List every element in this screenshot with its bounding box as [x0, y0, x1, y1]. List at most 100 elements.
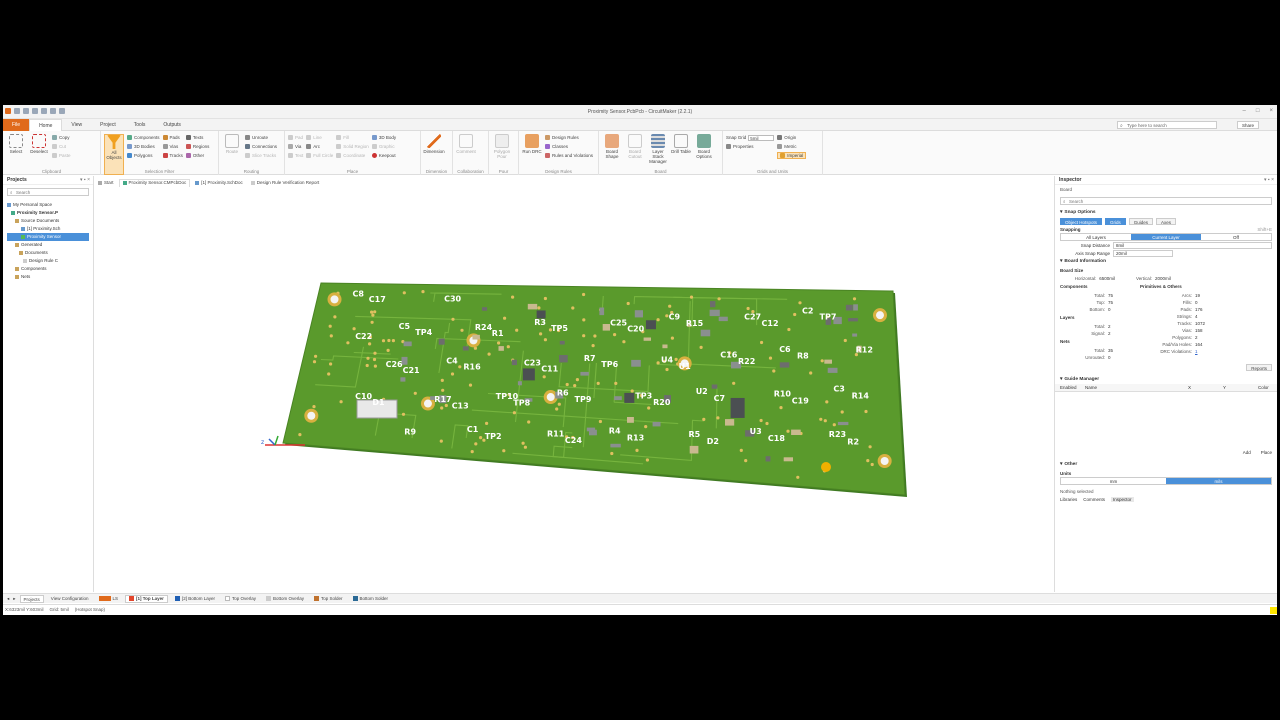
tab-inspector[interactable]: Inspector — [1111, 496, 1134, 502]
tab-libraries[interactable]: Libraries — [1060, 497, 1077, 502]
section-guide-manager[interactable]: ▾ Guide Manager — [1055, 375, 1277, 384]
layer-top[interactable]: [1] Top Layer — [125, 594, 168, 603]
metric-button[interactable]: Metric — [777, 143, 806, 150]
axis-snap-field[interactable]: 20mil — [1113, 249, 1173, 257]
snap-tab-axes[interactable]: Axes — [1156, 217, 1177, 225]
place-guide-button[interactable]: Place — [1261, 450, 1272, 455]
filter-polygons[interactable]: Polygons — [127, 152, 160, 159]
place-solid-region[interactable]: Solid Region — [336, 143, 369, 150]
tree-node[interactable]: Design Rule C — [7, 257, 89, 265]
place-fill[interactable]: Fill — [336, 134, 369, 141]
tree-node[interactable]: Generated — [7, 241, 89, 249]
tab-outputs[interactable]: Outputs — [154, 119, 190, 131]
projects-search-input[interactable]: ⌕ Search — [7, 188, 89, 196]
tree-node[interactable]: Components — [7, 265, 89, 273]
maximize-icon[interactable]: □ — [1256, 108, 1260, 114]
filter-tracks[interactable]: Tracks — [162, 152, 183, 159]
doc-tab-schematic[interactable]: [1] Proximity.SchDoc — [192, 179, 245, 187]
tab-projects[interactable]: Projects — [19, 594, 44, 603]
pcb-3d-canvas[interactable]: C8 R6 C6 C1 U2 C5 R4 C3 R3 U3 C4 C9 C10 R7 C2 TP10 C16 R9… — [95, 187, 1053, 592]
filter-texts[interactable]: Texts — [185, 134, 210, 141]
place-via[interactable]: Via — [288, 143, 303, 150]
slice-tracks-button[interactable]: Slice Tracks — [245, 152, 277, 159]
doc-tab-pcb[interactable]: Proximity Sensor.CMPcbDoc — [118, 178, 191, 187]
design-rules-button[interactable]: Design Rules — [545, 134, 593, 141]
doc-tab-start[interactable]: Start — [95, 179, 117, 187]
snap-grid-field[interactable]: Snap Grid 5mil — [726, 134, 775, 141]
section-snap-options[interactable]: ▾ Snap Options — [1055, 208, 1277, 217]
place-3d-body[interactable]: 3D Body — [371, 134, 396, 141]
tree-node[interactable]: My Personal Space — [7, 201, 89, 209]
snap-all-layers[interactable]: All Layers — [1061, 234, 1131, 240]
reports-button[interactable]: Reports — [1246, 363, 1272, 371]
section-other[interactable]: ▾ Other — [1055, 460, 1277, 469]
place-full-circle[interactable]: Full Circle — [306, 152, 333, 159]
panel-controls[interactable]: ▾ ▪ × — [1264, 176, 1274, 185]
tree-node[interactable]: Source Documents — [7, 217, 89, 225]
pcb-board-view[interactable]: C8R6C6C1U2C5R4C3R3U3C4C9C10R7C2TP10C16R9… — [95, 187, 1053, 592]
tab-view-configuration[interactable]: View Configuration — [48, 595, 92, 603]
place-arc[interactable]: Arc — [306, 143, 333, 150]
tab-project[interactable]: Project — [91, 119, 125, 131]
rules-violations-button[interactable]: Rules and Violations — [545, 152, 593, 159]
panel-controls[interactable]: ▾ ▪ × — [80, 176, 90, 185]
notification-icon[interactable] — [1270, 607, 1277, 614]
cut-button[interactable]: Cut — [52, 143, 71, 150]
units-mm[interactable]: mm — [1061, 478, 1166, 484]
tab-view[interactable]: View — [62, 119, 91, 131]
drc-violations-link[interactable]: 1 — [1195, 348, 1198, 355]
place-text[interactable]: Text — [288, 152, 303, 159]
tab-comments[interactable]: Comments — [1083, 497, 1105, 502]
layer-bottom-overlay[interactable]: Bottom Overlay — [263, 595, 307, 603]
place-pad[interactable]: Pad — [288, 134, 303, 141]
snap-off[interactable]: Off — [1201, 234, 1271, 240]
doc-tab-drc-report[interactable]: Design Rule Verification Report — [248, 179, 323, 187]
layer-ls[interactable]: LS — [96, 595, 122, 603]
place-keepout[interactable]: Keepout — [371, 152, 396, 159]
snap-tab-grids[interactable]: Grids — [1105, 217, 1126, 225]
filter-components[interactable]: Components — [127, 134, 160, 141]
place-graphic[interactable]: Graphic — [371, 143, 396, 150]
tab-tools[interactable]: Tools — [125, 119, 155, 131]
connections-button[interactable]: Connections — [245, 143, 277, 150]
filter-3d-bodies[interactable]: 3D Bodies — [127, 143, 160, 150]
layer-top-solder[interactable]: Top Solder — [311, 595, 346, 603]
copy-button[interactable]: Copy — [52, 134, 71, 141]
place-coordinate[interactable]: Coordinate — [336, 152, 369, 159]
filter-vias[interactable]: Vias — [162, 143, 183, 150]
tab-home[interactable]: Home — [29, 118, 63, 131]
snap-current-layer[interactable]: Current Layer — [1131, 234, 1201, 240]
add-guide-button[interactable]: Add — [1243, 450, 1251, 455]
layer-top-overlay[interactable]: Top Overlay — [222, 595, 259, 603]
layer-bottom[interactable]: [2] Bottom Layer — [172, 595, 218, 603]
classes-button[interactable]: Classes — [545, 143, 593, 150]
share-button[interactable]: Share — [1236, 121, 1259, 129]
filter-regions[interactable]: Regions — [185, 143, 209, 150]
close-icon[interactable]: × — [1269, 108, 1273, 114]
search-input[interactable]: ⌕ Type here to search — [1117, 121, 1217, 129]
inspector-search-input[interactable]: ⌕ Search — [1060, 197, 1272, 205]
imperial-button[interactable]: Imperial — [777, 152, 807, 159]
tree-node-selected[interactable]: Proximity Sensor — [7, 233, 89, 241]
filter-pads[interactable]: Pads — [162, 134, 183, 141]
paste-button[interactable]: Paste — [52, 152, 71, 159]
snap-tab-guides[interactable]: Guides — [1128, 217, 1154, 225]
tree-node[interactable]: Documents — [7, 249, 89, 257]
properties-button[interactable]: Properties — [726, 143, 774, 150]
layer-bottom-solder[interactable]: Bottom Solder — [350, 595, 392, 603]
tab-file[interactable]: File — [3, 118, 30, 131]
tree-node[interactable]: Proximity Sensor.P — [7, 209, 89, 217]
section-board-information[interactable]: ▾ Board Information — [1055, 257, 1277, 266]
layer-scroll-right-icon[interactable]: ▸ — [13, 596, 15, 602]
filter-other[interactable]: Other — [185, 152, 210, 159]
tree-node[interactable]: [1] Proximity.Sch — [7, 225, 89, 233]
origin-button[interactable]: Origin — [777, 134, 806, 141]
snap-distance-select[interactable]: 8mil — [1113, 241, 1272, 249]
place-line[interactable]: Line — [306, 134, 333, 141]
unroute-button[interactable]: Unroute — [245, 134, 277, 141]
minimize-icon[interactable]: – — [1243, 108, 1246, 114]
layer-scroll-left-icon[interactable]: ◂ — [7, 596, 9, 602]
units-mils[interactable]: mils — [1166, 478, 1271, 484]
snap-tab-object-hotspots[interactable]: Object Hotspots — [1060, 217, 1103, 225]
tree-node[interactable]: Nets — [7, 273, 89, 281]
